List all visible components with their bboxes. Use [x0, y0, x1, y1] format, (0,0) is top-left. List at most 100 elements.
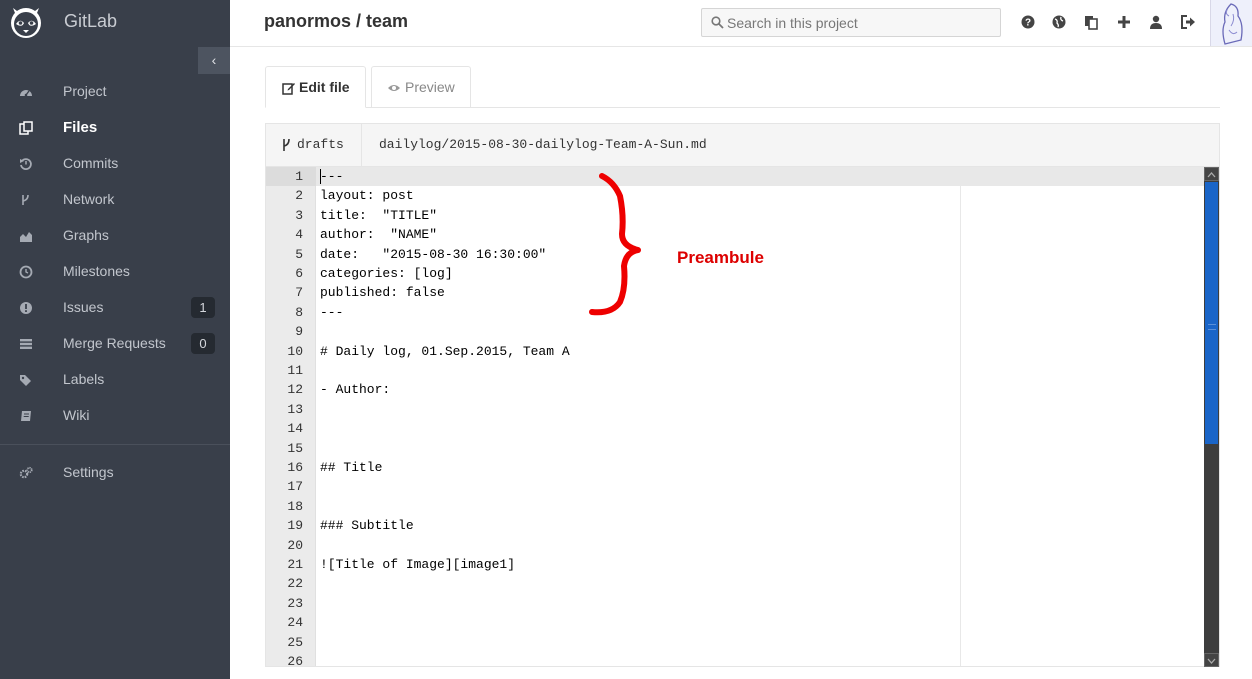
sidebar-item-label: Wiki — [63, 407, 90, 423]
tab-label: Edit file — [299, 79, 350, 95]
sidebar-item-label: Project — [63, 83, 107, 99]
globe-icon[interactable] — [1051, 14, 1067, 30]
clock-icon — [19, 265, 33, 279]
branch-name: drafts — [297, 137, 344, 152]
code-line[interactable]: # Daily log, 01.Sep.2015, Team A — [320, 344, 570, 359]
branch-selector[interactable]: drafts — [266, 124, 362, 166]
code-line[interactable]: --- — [320, 305, 343, 320]
code-line[interactable]: ![Title of Image][image1] — [320, 557, 515, 572]
code-line[interactable]: categories: [log] — [320, 266, 453, 281]
gitlab-logo-icon[interactable] — [8, 4, 44, 40]
line-number: 13 — [287, 401, 303, 417]
editor-tabs: Edit file Preview — [265, 66, 1220, 108]
app-name[interactable]: GitLab — [64, 11, 117, 32]
code-line[interactable]: published: false — [320, 285, 445, 300]
code-line[interactable]: title: "TITLE" — [320, 208, 437, 223]
line-number: 22 — [287, 576, 303, 592]
preamble-brace-annotation — [589, 173, 641, 316]
file-path[interactable]: dailylog/2015-08-30-dailylog-Team-A-Sun.… — [379, 137, 707, 152]
exclamation-circle-icon — [20, 302, 32, 314]
help-icon[interactable]: ? — [1020, 14, 1036, 30]
line-number: 4 — [295, 227, 303, 243]
search-input[interactable] — [727, 12, 992, 33]
logo-row[interactable]: GitLab — [0, 0, 230, 46]
list-icon — [20, 339, 32, 349]
sidebar-item-label: Network — [63, 191, 115, 207]
scrollbar-grip — [1208, 324, 1216, 330]
collapse-sidebar-button[interactable]: ‹ — [198, 47, 230, 74]
line-number: 20 — [287, 537, 303, 553]
sidebar-item-settings[interactable]: Settings — [0, 455, 230, 491]
line-number: 6 — [295, 266, 303, 281]
code-line[interactable]: ## Title — [320, 460, 382, 475]
sidebar-divider — [0, 444, 230, 445]
scroll-down-button[interactable] — [1204, 653, 1219, 667]
sidebar-item-milestones[interactable]: Milestones — [0, 254, 230, 290]
sidebar-item-issues[interactable]: Issues 1 — [0, 290, 230, 326]
line-number: 9 — [295, 324, 303, 340]
search-box[interactable] — [701, 8, 1001, 37]
sidebar-item-label: Merge Requests — [63, 335, 166, 351]
sidebar-item-labels[interactable]: Labels — [0, 362, 230, 398]
history-icon — [20, 158, 32, 170]
line-number: 23 — [287, 595, 303, 611]
scrollbar-thumb[interactable] — [1205, 182, 1218, 444]
line-number: 14 — [287, 421, 303, 437]
issues-count-badge: 1 — [191, 297, 215, 318]
code-line[interactable]: - Author: — [320, 382, 390, 397]
book-icon — [21, 411, 31, 421]
line-number: 3 — [295, 207, 303, 223]
plus-icon[interactable] — [1116, 14, 1132, 30]
top-header: panormos / team ? — [230, 0, 1252, 47]
line-number: 8 — [295, 304, 303, 320]
sidebar-item-label: Commits — [63, 155, 119, 171]
code-line[interactable]: --- — [320, 169, 343, 184]
text-cursor — [320, 169, 321, 184]
annotation-label: Preambule — [677, 248, 764, 267]
scroll-up-button[interactable] — [1204, 167, 1219, 181]
area-chart-icon — [20, 232, 32, 242]
eye-icon — [388, 85, 400, 91]
sidebar-item-label: Settings — [63, 464, 114, 480]
sidebar-item-files[interactable]: Files — [0, 110, 230, 146]
editor-scrollbar[interactable] — [1204, 167, 1219, 667]
line-number: 11 — [287, 363, 303, 378]
tab-label: Preview — [405, 79, 455, 95]
sidebar-item-graphs[interactable]: Graphs — [0, 218, 230, 254]
tab-edit-file[interactable]: Edit file — [265, 66, 366, 108]
files-icon — [19, 121, 33, 135]
line-number: 5 — [295, 246, 303, 262]
line-number: 25 — [287, 634, 303, 650]
code-line[interactable]: layout: post — [320, 188, 414, 203]
tags-icon — [20, 375, 31, 386]
sidebar: GitLab ‹ Project Files Commits Network G… — [0, 0, 230, 679]
sidebar-item-network[interactable]: Network — [0, 182, 230, 218]
code-line[interactable]: author: "NAME" — [320, 227, 437, 242]
search-icon — [711, 16, 724, 29]
cogs-icon — [19, 466, 33, 479]
sidebar-item-project[interactable]: Project — [0, 74, 230, 110]
sidebar-item-wiki[interactable]: Wiki — [0, 398, 230, 434]
code-line[interactable]: date: "2015-08-30 16:30:00" — [320, 247, 546, 262]
line-number: 24 — [287, 615, 303, 631]
tab-preview[interactable]: Preview — [371, 66, 471, 108]
chevron-down-icon — [1207, 658, 1216, 664]
svg-text:?: ? — [1025, 18, 1031, 29]
line-number: 21 — [287, 557, 303, 572]
snippets-icon[interactable] — [1083, 14, 1099, 30]
sign-out-icon[interactable] — [1180, 14, 1196, 30]
code-line[interactable]: ### Subtitle — [320, 518, 414, 533]
file-info-bar: drafts dailylog/2015-08-30-dailylog-Team… — [265, 123, 1220, 167]
line-number: 7 — [295, 285, 303, 301]
line-number: 10 — [287, 343, 303, 359]
merge-requests-count-badge: 0 — [191, 333, 215, 354]
user-icon[interactable] — [1148, 14, 1164, 30]
page-title[interactable]: panormos / team — [264, 11, 408, 32]
sidebar-item-commits[interactable]: Commits — [0, 146, 230, 182]
sidebar-item-merge-requests[interactable]: Merge Requests 0 — [0, 326, 230, 362]
code-fork-icon — [283, 138, 290, 151]
sidebar-item-label: Issues — [63, 299, 104, 315]
chevron-up-icon — [1207, 172, 1216, 178]
edit-icon — [282, 83, 295, 95]
avatar[interactable] — [1210, 0, 1252, 46]
